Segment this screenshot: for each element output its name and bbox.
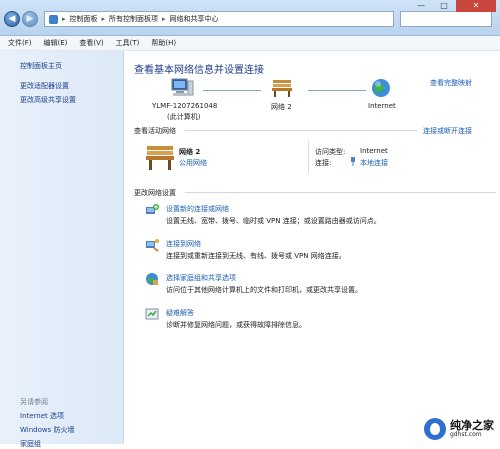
sidebar-link-firewall[interactable]: Windows 防火墙 [20, 425, 74, 435]
ethernet-icon [350, 157, 356, 166]
computer-sublabel: (此计算机) [167, 113, 201, 121]
breadcrumb-item-control-panel[interactable]: 控制面板 [70, 14, 98, 24]
menu-edit[interactable]: 编辑(E) [44, 38, 68, 48]
connection-line [203, 90, 261, 91]
menu-bar: 文件(F) 编辑(E) 查看(V) 工具(T) 帮助(H) [0, 36, 500, 51]
control-panel-icon [49, 14, 58, 24]
back-button[interactable]: ◀ [4, 11, 20, 27]
sidebar-link-adapter-settings[interactable]: 更改适配器设置 [20, 81, 69, 91]
task-connect-network-link[interactable]: 连接到网络 [166, 239, 201, 249]
network-type-link[interactable]: 公用网络 [179, 158, 207, 168]
search-input[interactable] [400, 11, 492, 27]
site-watermark: 纯净之家 gdhst.com [424, 418, 494, 440]
brand-name: 纯净之家 [450, 419, 494, 433]
bench-network-icon [271, 78, 293, 98]
task-description: 连接到或重新连接到无线、有线、拨号或 VPN 网络连接。 [166, 252, 346, 260]
task-homegroup-link[interactable]: 选择家庭组和共享选项 [166, 273, 236, 283]
address-bar[interactable]: ▸ 控制面板 ▸ 所有控制面板项 ▸ 网络和共享中心 [44, 11, 394, 27]
internet-label: Internet [368, 102, 396, 110]
breadcrumb-item-network-center[interactable]: 网络和共享中心 [170, 14, 219, 24]
connection-label: 连接: [315, 159, 332, 167]
brand-logo-icon [424, 418, 446, 440]
troubleshoot-icon [145, 307, 159, 321]
breadcrumb-separator: ▸ [62, 15, 66, 23]
connect-network-icon [145, 238, 159, 252]
divider [308, 141, 309, 173]
task-description: 诊断并修复网络问题，或获得故障排除信息。 [166, 321, 306, 329]
connection-line [308, 90, 366, 91]
new-connection-icon [145, 203, 159, 217]
sidebar-link-advanced-sharing[interactable]: 更改高级共享设置 [20, 95, 76, 105]
brand-url: gdhst.com [450, 430, 482, 438]
menu-help[interactable]: 帮助(H) [151, 38, 176, 48]
view-full-map-link[interactable]: 查看完整映射 [430, 78, 472, 88]
task-description: 访问位于其他网络计算机上的文件和打印机，或更改共享设置。 [166, 286, 362, 294]
breadcrumb-separator: ▸ [101, 15, 106, 23]
sidebar-link-internet-options[interactable]: Internet 选项 [20, 411, 64, 421]
network-name: 网络 2 [179, 148, 201, 156]
change-settings-heading: 更改网络设置 [134, 189, 176, 197]
menu-view[interactable]: 查看(V) [79, 38, 103, 48]
menu-tools[interactable]: 工具(T) [116, 38, 140, 48]
active-networks-heading: 查看活动网络 [134, 127, 176, 135]
task-setup-connection-link[interactable]: 设置新的连接或网络 [166, 204, 229, 214]
task-troubleshoot-link[interactable]: 疑难解答 [166, 308, 194, 318]
homegroup-icon [145, 272, 159, 286]
forward-button[interactable]: ▶ [22, 11, 38, 27]
maximize-button[interactable]: □ [433, 0, 455, 12]
page-title: 查看基本网络信息并设置连接 [134, 65, 264, 76]
close-button[interactable]: ✕ [456, 0, 496, 12]
breadcrumb-item-all-items[interactable]: 所有控制面板项 [109, 14, 158, 24]
access-type-label: 访问类型: [315, 148, 346, 156]
breadcrumb-separator: ▸ [162, 15, 166, 23]
local-connection-link[interactable]: 本地连接 [360, 158, 388, 168]
bench-network-icon [145, 143, 175, 171]
connect-disconnect-link[interactable]: 连接或断开连接 [423, 126, 472, 136]
sidebar: 控制面板主页 更改适配器设置 更改高级共享设置 另请参阅 Internet 选项… [0, 51, 124, 448]
see-also-heading: 另请参阅 [20, 398, 48, 406]
access-type-value: Internet [360, 147, 388, 155]
divider [185, 130, 417, 131]
sidebar-link-home[interactable]: 控制面板主页 [20, 61, 62, 71]
menu-file[interactable]: 文件(F) [8, 38, 32, 48]
minimize-button[interactable]: — [410, 0, 432, 12]
divider [185, 192, 496, 193]
task-description: 设置无线、宽带、拨号、临时或 VPN 连接；或设置路由器或访问点。 [166, 217, 381, 225]
title-bar: ◀ ▶ ▸ 控制面板 ▸ 所有控制面板项 ▸ 网络和共享中心 — □ ✕ [0, 0, 500, 36]
main-panel: 查看基本网络信息并设置连接 查看完整映射 YLMF-1207261048 (此计… [125, 51, 500, 444]
globe-icon [371, 78, 391, 98]
computer-icon [170, 78, 194, 98]
computer-name: YLMF-1207261048 [152, 102, 218, 110]
network-map-label: 网络 2 [271, 103, 292, 111]
sidebar-link-homegroup[interactable]: 家庭组 [20, 439, 41, 449]
